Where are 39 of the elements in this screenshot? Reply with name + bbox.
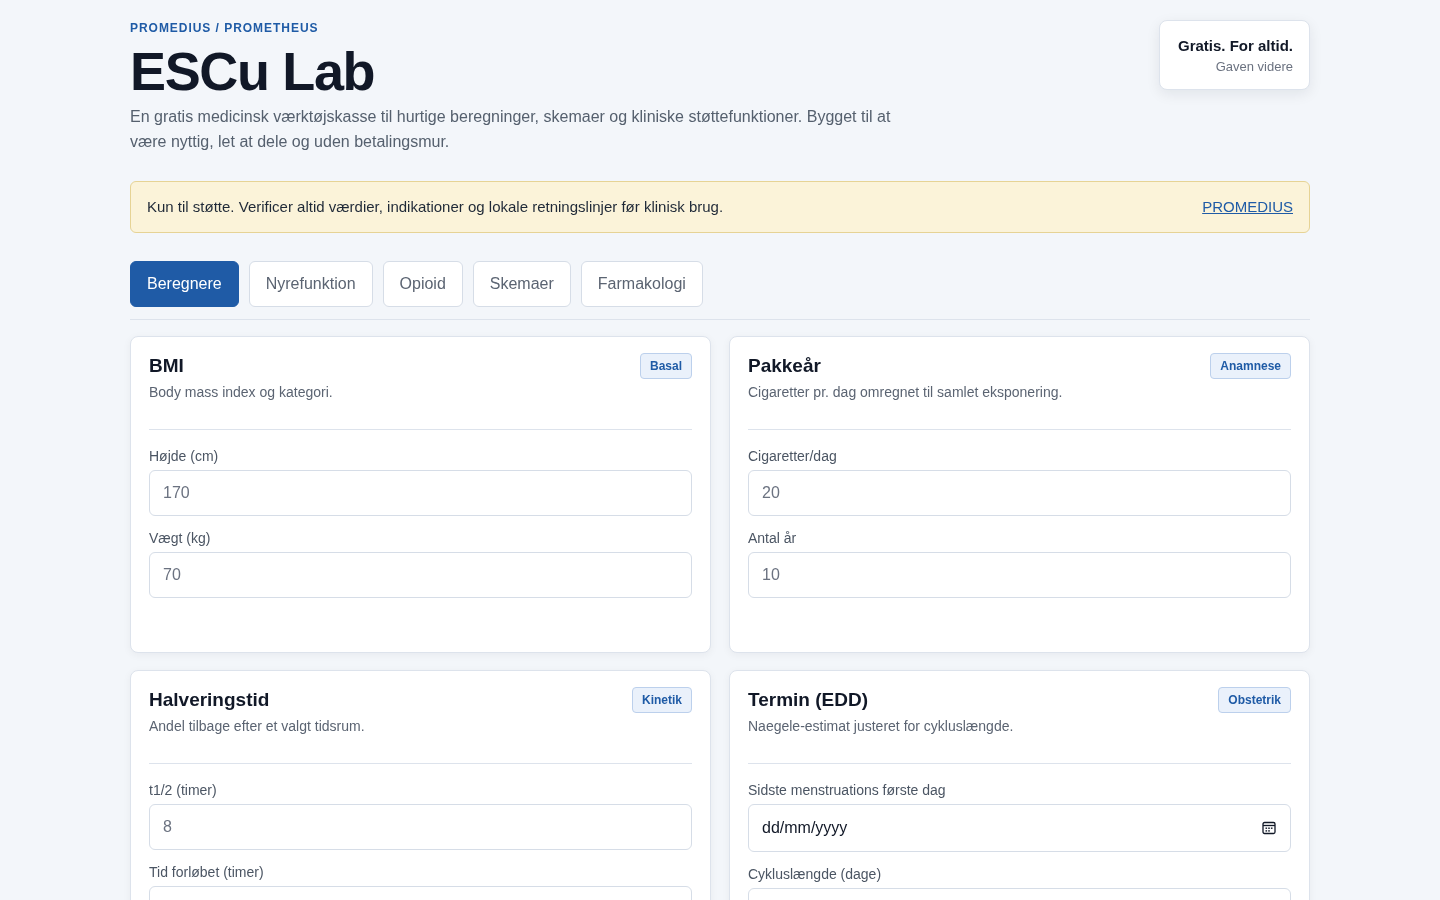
card-description: Cigaretter pr. dag omregnet til samlet eksponering.	[748, 383, 1064, 402]
page-description: En gratis medicinsk værktøjskasse til hurtige beregninger, skemaer og kliniske støttefunktioner. Bygget til at være nyttig, let at dele og uden betalingsmur.	[130, 107, 892, 152]
category-tag: Kinetik	[632, 687, 692, 713]
input-field[interactable]: 170	[149, 470, 692, 516]
field-label: t1/2 (timer)	[149, 781, 218, 800]
category-tag: Anamnese	[1210, 353, 1291, 379]
input-field[interactable]: 70	[149, 552, 692, 598]
field-label: Vægt (kg)	[149, 529, 212, 548]
field-label: Højde (cm)	[149, 447, 220, 466]
field-label: Cykluslængde (dage)	[748, 865, 883, 884]
card-title: BMI	[149, 354, 184, 378]
tab[interactable]: Opioid	[382, 261, 463, 307]
card-description: Naegele-estimat justeret for cykluslængde.	[748, 717, 1015, 736]
tab[interactable]: Nyrefunktion	[248, 261, 373, 307]
input-field[interactable]: 8	[149, 804, 692, 850]
card-title: Termin (EDD)	[748, 688, 868, 712]
card-title: Halveringstid	[149, 688, 270, 712]
tab[interactable]: Skemaer	[472, 261, 571, 307]
notice-link[interactable]: PROMEDIUS	[1202, 197, 1293, 217]
promo-subtitle: Gaven videre	[1215, 58, 1293, 75]
page-title: ESCu Lab	[130, 44, 376, 98]
date-field[interactable]: dd/mm/yyyy	[748, 804, 1291, 852]
promo-title: Gratis. For altid.	[1177, 35, 1293, 56]
tab[interactable]: Beregnere	[130, 261, 239, 307]
breadcrumb-label: PROMEDIUS / PROMETHEUS	[130, 20, 320, 36]
notice-text: Kun til støtte. Verificer altid værdier, indikationer og lokale retningslinjer før klinisk brug.	[147, 197, 724, 217]
input-field[interactable]: 20	[748, 470, 1291, 516]
card-description: Andel tilbage efter et valgt tidsrum.	[149, 717, 366, 736]
field-label: Tid forløbet (timer)	[149, 863, 265, 882]
category-tag: Basal	[639, 353, 692, 379]
tab[interactable]: Farmakologi	[580, 261, 703, 307]
field-label: Antal år	[748, 529, 798, 548]
calendar-icon[interactable]	[1262, 821, 1276, 835]
field-label: Sidste menstruations første dag	[748, 781, 947, 800]
field-label: Cigaretter/dag	[748, 447, 838, 466]
input-field[interactable]: 10	[748, 552, 1291, 598]
card-description: Body mass index og kategori.	[149, 383, 334, 402]
category-tag: Obstetrik	[1218, 687, 1291, 713]
card-title: Pakkeår	[748, 354, 821, 378]
